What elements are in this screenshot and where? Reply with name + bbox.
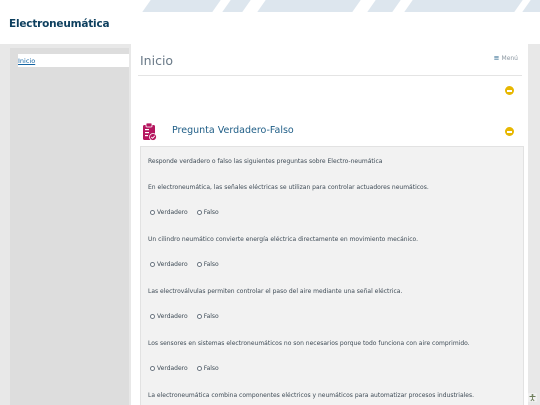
app-title: Electroneumática — [9, 18, 110, 30]
answer-options: Verdadero Falso — [150, 261, 219, 268]
main-content: Inicio ≡ Menú Pregunta Verdadero-Falso Re… — [131, 44, 528, 405]
header-banner: Electroneumática — [0, 0, 540, 44]
radio-false[interactable] — [196, 314, 202, 319]
statement-text: Un cilindro neumático convierte energía … — [148, 236, 419, 243]
menu-label: Menú — [501, 55, 518, 62]
option-label: Falso — [203, 209, 219, 216]
radio-true[interactable] — [150, 314, 155, 319]
answer-options: Verdadero Falso — [150, 365, 219, 372]
question-title: Pregunta Verdadero-Falso — [172, 125, 294, 136]
radio-true[interactable] — [150, 366, 155, 371]
page-title: Inicio — [140, 53, 174, 68]
radio-false[interactable] — [196, 366, 202, 371]
sidebar: Inicio — [10, 48, 129, 405]
divider — [138, 75, 522, 76]
option-label: Falso — [203, 261, 219, 268]
collapse-toggle-icon[interactable] — [505, 127, 514, 136]
answer-options: Verdadero Falso — [150, 313, 219, 320]
option-label: Verdadero — [157, 313, 188, 320]
option-label: Falso — [203, 313, 219, 320]
question-panel: Responde verdadero o falso las siguiente… — [140, 146, 524, 405]
radio-true[interactable] — [150, 262, 155, 267]
clipboard-check-icon — [143, 122, 157, 141]
statement-text: Las electroválvulas permiten controlar e… — [148, 288, 403, 295]
menu-button[interactable]: ≡ Menú — [494, 54, 518, 62]
radio-true[interactable] — [150, 210, 155, 215]
statement-text: Los sensores en sistemas electroneumátic… — [148, 340, 470, 347]
answer-options: Verdadero Falso — [150, 209, 219, 216]
accessibility-icon[interactable] — [528, 393, 537, 402]
hamburger-icon: ≡ — [493, 54, 500, 62]
option-label: Verdadero — [157, 365, 188, 372]
option-label: Falso — [203, 365, 219, 372]
option-label: Verdadero — [157, 209, 188, 216]
statement-text: En electroneumática, las señales eléctri… — [148, 184, 429, 191]
instructions-text: Responde verdadero o falso las siguiente… — [148, 158, 383, 165]
radio-false[interactable] — [196, 210, 202, 215]
option-label: Verdadero — [157, 261, 188, 268]
collapse-toggle-icon[interactable] — [505, 86, 514, 95]
radio-false[interactable] — [196, 262, 202, 267]
sidebar-item-inicio[interactable]: Inicio — [18, 54, 129, 67]
statement-text: La electroneumática combina componentes … — [148, 392, 475, 399]
